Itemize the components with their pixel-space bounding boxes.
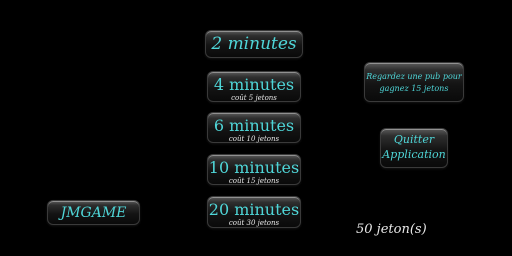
quit-label-line1: Quitter	[393, 133, 435, 146]
quit-application-button[interactable]: Quitter Application	[380, 128, 448, 168]
timer-cost: coût 15 jetons	[228, 177, 280, 185]
jmgame-brand-button[interactable]: JMGAME	[47, 200, 140, 225]
timer-cost: coût 30 jetons	[228, 219, 280, 227]
timer-label: 10 minutes	[208, 158, 300, 177]
quit-label-line2: Application	[382, 148, 446, 162]
watch-ad-label-line1: Regardez une pub pour	[366, 72, 462, 81]
timer-label: 4 minutes	[213, 75, 295, 94]
timer-10-minutes-button[interactable]: 10 minutes coût 15 jetons	[207, 154, 301, 185]
watch-ad-button[interactable]: Regardez une pub pour gagnez 15 jetons	[364, 62, 464, 102]
timer-4-minutes-button[interactable]: 4 minutes coût 5 jetons	[207, 71, 301, 102]
timer-label: 20 minutes	[208, 200, 300, 219]
timer-cost: coût 5 jetons	[231, 94, 277, 102]
watch-ad-label-line2: gagnez 15 jetons	[379, 84, 449, 93]
timer-2-minutes-button[interactable]: 2 minutes	[205, 30, 303, 58]
timer-label: 6 minutes	[213, 116, 295, 135]
brand-label: JMGAME	[60, 205, 127, 221]
timer-cost: coût 10 jetons	[228, 135, 280, 143]
timer-20-minutes-button[interactable]: 20 minutes coût 30 jetons	[207, 196, 301, 228]
timer-6-minutes-button[interactable]: 6 minutes coût 10 jetons	[207, 112, 301, 143]
timer-label: 2 minutes	[211, 34, 297, 54]
token-balance: 50 jeton(s)	[356, 222, 427, 237]
